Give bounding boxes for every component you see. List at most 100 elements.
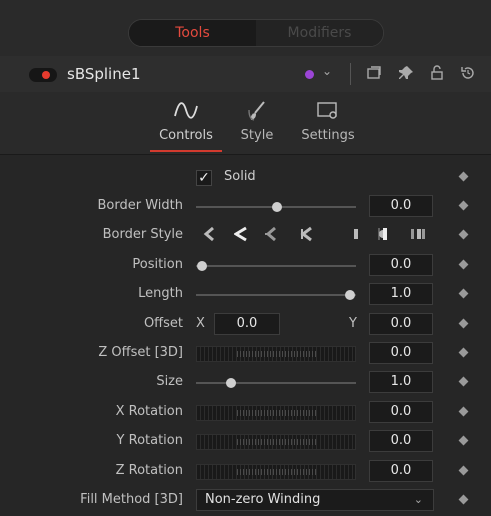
- tab-style-label: Style: [240, 128, 274, 143]
- x-rotation-input[interactable]: 0.0: [369, 401, 433, 423]
- tab-settings[interactable]: Settings: [300, 100, 356, 143]
- keyframe-diamond-icon[interactable]: [458, 435, 469, 446]
- z-rotation-thumbwheel[interactable]: [196, 464, 356, 480]
- border-width-row: Border Width 0.0: [0, 192, 491, 221]
- length-slider[interactable]: [196, 294, 356, 296]
- keyframe-diamond-icon[interactable]: [458, 465, 469, 476]
- inspector-subtabs: Controls Style Settings: [0, 92, 491, 155]
- keyframe-diamond-icon[interactable]: [458, 200, 469, 211]
- offset-label: Offset: [143, 316, 183, 331]
- y-rotation-thumbwheel[interactable]: [196, 434, 356, 450]
- node-header: sBSpline1 ⌄: [0, 56, 491, 93]
- tab-controls-label: Controls: [159, 128, 213, 143]
- z-offset-thumbwheel[interactable]: [196, 346, 356, 362]
- tab-style[interactable]: Style: [236, 100, 278, 143]
- node-color-swatch[interactable]: [305, 70, 314, 79]
- size-input[interactable]: 1.0: [369, 371, 433, 393]
- active-tab-underline: [150, 150, 222, 152]
- length-label: Length: [138, 286, 183, 301]
- tab-tools[interactable]: Tools: [129, 20, 256, 46]
- border-style-label: Border Style: [102, 227, 183, 242]
- cap-flat-icon[interactable]: [352, 226, 360, 246]
- fill-method-value: Non-zero Winding: [205, 492, 321, 507]
- tab-modifiers[interactable]: Modifiers: [256, 20, 383, 46]
- pin-icon[interactable]: [398, 65, 414, 85]
- join-round-icon[interactable]: [263, 226, 279, 246]
- thumbwheel-grip: [237, 351, 317, 357]
- lock-icon[interactable]: [429, 65, 445, 85]
- fill-method-select[interactable]: Non-zero Winding ⌄: [196, 489, 434, 511]
- cap-round-icon[interactable]: [377, 226, 393, 246]
- keyframe-diamond-icon[interactable]: [458, 318, 469, 329]
- y-rotation-input[interactable]: 0.0: [369, 430, 433, 452]
- join-square-icon[interactable]: [299, 226, 313, 246]
- keyframe-diamond-icon[interactable]: [458, 259, 469, 270]
- offset-x-input[interactable]: 0.0: [214, 313, 280, 335]
- power-dot-icon: [42, 71, 50, 79]
- size-row: Size 1.0: [0, 368, 491, 397]
- header-divider: [350, 63, 351, 85]
- keyframe-diamond-icon[interactable]: [458, 406, 469, 417]
- settings-icon: [300, 100, 356, 124]
- border-style-row: Border Style: [0, 221, 491, 250]
- chevron-down-icon: ⌄: [413, 493, 423, 506]
- z-rotation-input[interactable]: 0.0: [369, 460, 433, 482]
- thumbwheel-grip: [237, 439, 317, 445]
- size-label: Size: [156, 374, 183, 389]
- keyframe-diamond-icon[interactable]: [458, 229, 469, 240]
- solid-row: ✓ Solid: [0, 163, 491, 192]
- position-slider-knob[interactable]: [197, 261, 207, 271]
- fill-method-row: Fill Method [3D] Non-zero Winding ⌄: [0, 486, 491, 515]
- node-enable-toggle[interactable]: [29, 68, 57, 82]
- z-rotation-label: Z Rotation: [115, 463, 183, 478]
- cap-square-icon[interactable]: [409, 226, 427, 246]
- z-offset-input[interactable]: 0.0: [369, 342, 433, 364]
- keyframe-diamond-icon[interactable]: [458, 494, 469, 505]
- tabs-bar: Tools Modifiers: [0, 0, 491, 56]
- tab-controls[interactable]: Controls: [158, 100, 214, 143]
- offset-x-label: X: [196, 316, 205, 331]
- color-chevron-down-icon[interactable]: ⌄: [322, 64, 332, 78]
- solid-label: Solid: [224, 169, 256, 184]
- brush-icon: [236, 100, 278, 124]
- z-offset-label: Z Offset [3D]: [98, 345, 183, 360]
- tools-modifiers-tabs: Tools Modifiers: [128, 19, 384, 47]
- position-input[interactable]: 0.0: [369, 254, 433, 276]
- position-row: Position 0.0: [0, 251, 491, 280]
- x-rotation-thumbwheel[interactable]: [196, 405, 356, 421]
- reset-icon[interactable]: [460, 65, 476, 85]
- position-label: Position: [132, 257, 183, 272]
- size-slider-knob[interactable]: [226, 378, 236, 388]
- x-rotation-row: X Rotation 0.0: [0, 398, 491, 427]
- border-width-input[interactable]: 0.0: [369, 195, 433, 217]
- fill-method-label: Fill Method [3D]: [80, 492, 183, 507]
- border-width-label: Border Width: [97, 198, 183, 213]
- curve-icon: [158, 100, 214, 124]
- tab-settings-label: Settings: [301, 128, 355, 143]
- node-name: sBSpline1: [67, 65, 141, 83]
- controls-panel: ✓ Solid Border Width 0.0 Border Style Po…: [0, 155, 491, 516]
- inspector-panel: Tools Modifiers sBSpline1 ⌄ Controls Sty…: [0, 0, 491, 516]
- size-slider[interactable]: [196, 382, 356, 384]
- z-rotation-row: Z Rotation 0.0: [0, 457, 491, 486]
- border-width-slider-knob[interactable]: [272, 202, 282, 212]
- versions-icon[interactable]: [366, 65, 382, 85]
- solid-checkbox[interactable]: ✓: [196, 170, 212, 186]
- x-rotation-label: X Rotation: [115, 404, 183, 419]
- length-input[interactable]: 1.0: [369, 283, 433, 305]
- join-miter-icon[interactable]: [233, 226, 248, 246]
- z-offset-row: Z Offset [3D] 0.0: [0, 339, 491, 368]
- y-rotation-row: Y Rotation 0.0: [0, 427, 491, 456]
- offset-y-label: Y: [349, 316, 357, 331]
- keyframe-diamond-icon[interactable]: [458, 347, 469, 358]
- offset-y-input[interactable]: 0.0: [369, 313, 433, 335]
- offset-row: Offset X 0.0 Y 0.0: [0, 310, 491, 339]
- position-slider[interactable]: [196, 265, 356, 267]
- keyframe-diamond-icon[interactable]: [458, 376, 469, 387]
- length-slider-knob[interactable]: [345, 290, 355, 300]
- thumbwheel-grip: [237, 469, 317, 475]
- length-row: Length 1.0: [0, 280, 491, 309]
- join-bevel-icon[interactable]: [203, 226, 217, 246]
- keyframe-diamond-icon[interactable]: [458, 171, 469, 182]
- keyframe-diamond-icon[interactable]: [458, 288, 469, 299]
